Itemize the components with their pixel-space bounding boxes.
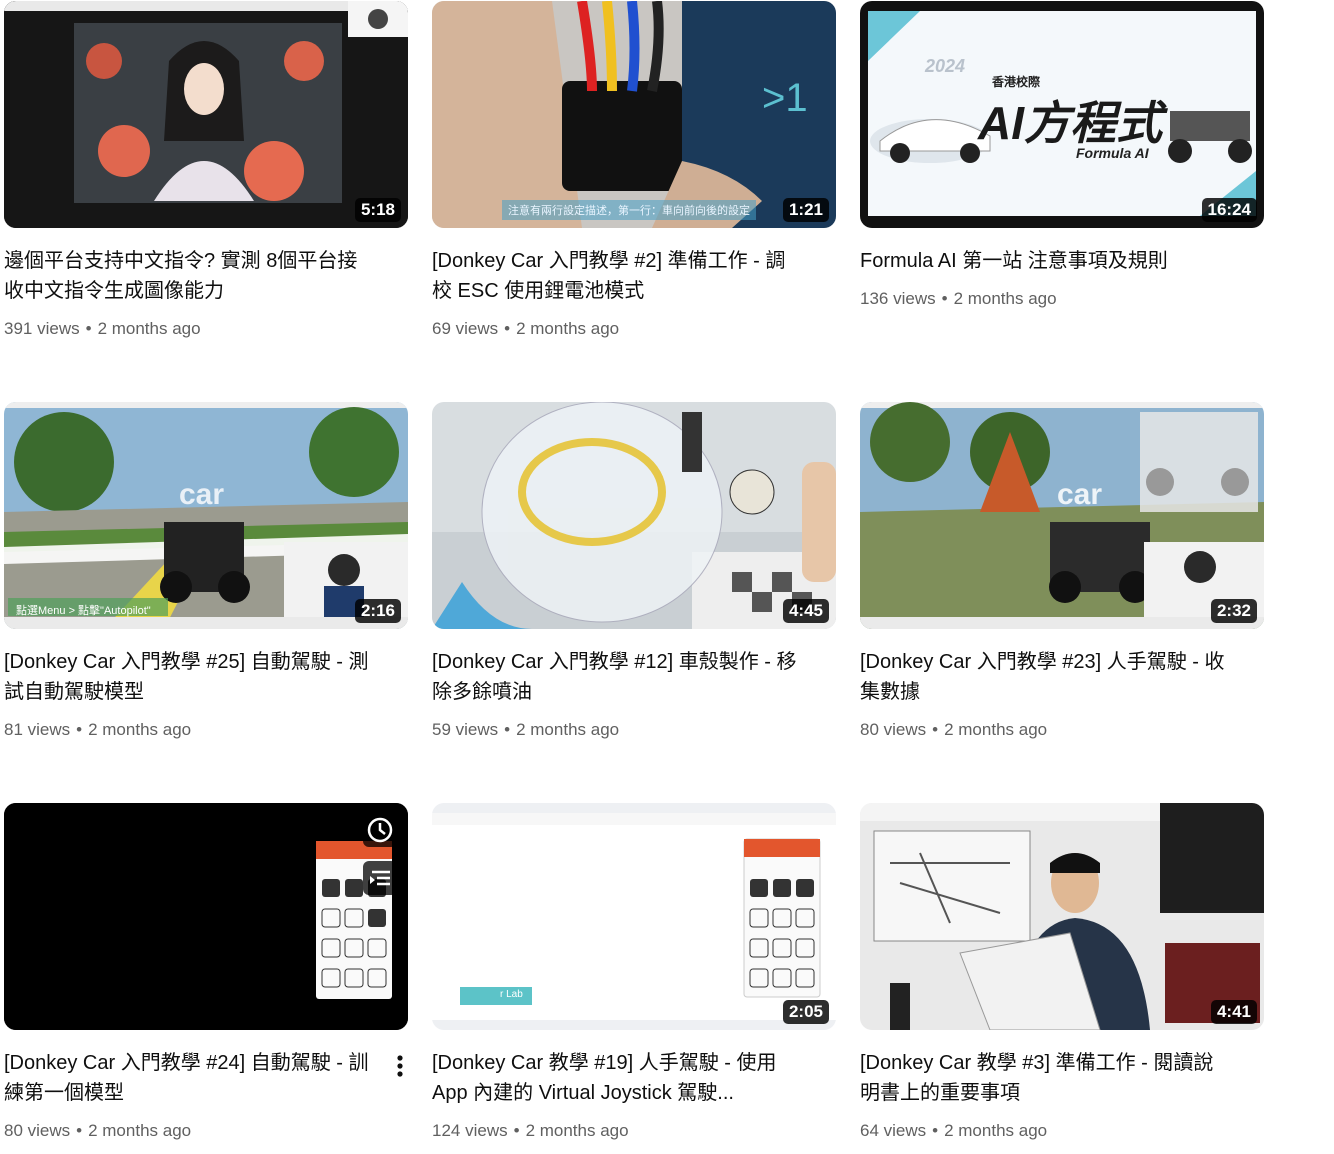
video-duration: 4:45	[782, 599, 829, 623]
separator-dot: •	[504, 720, 511, 739]
more-vert-icon	[397, 1055, 403, 1077]
video-meta: 64 views • 2 months ago	[860, 1121, 1047, 1141]
video-thumbnail[interactable]	[4, 803, 408, 1030]
video-duration: 16:24	[1201, 198, 1257, 222]
thumbnail-image	[432, 402, 836, 629]
view-count: 80 views	[860, 720, 927, 739]
video-meta: 391 views • 2 months ago	[4, 319, 201, 339]
video-title[interactable]: 邊個平台支持中文指令? 實測 8個平台接收中文指令生成圖像能力	[4, 246, 374, 306]
watch-later-button[interactable]	[363, 813, 397, 847]
video-thumbnail[interactable]: r Lab 2:05	[432, 803, 836, 1030]
view-count: 391 views	[4, 319, 80, 338]
video-thumbnail[interactable]: car 2:32	[860, 402, 1264, 629]
separator-dot: •	[941, 289, 948, 308]
video-title[interactable]: [Donkey Car 教學 #3] 準備工作 - 閱讀說明書上的重要事項	[860, 1048, 1230, 1108]
video-thumbnail[interactable]: 5:18	[4, 1, 408, 228]
thumbnail-subtitle: Formula AI	[1076, 145, 1149, 161]
thumbnail-caption: 點選Menu > 點擊"Autopilot"	[16, 605, 151, 617]
view-count: 136 views	[860, 289, 936, 308]
view-count: 80 views	[4, 1121, 71, 1140]
upload-age: 2 months ago	[944, 1121, 1048, 1140]
video-meta: 124 views • 2 months ago	[432, 1121, 629, 1141]
video-meta: 136 views • 2 months ago	[860, 289, 1057, 309]
upload-age: 2 months ago	[525, 1121, 629, 1140]
thumbnail-image	[4, 803, 408, 1030]
upload-age: 2 months ago	[97, 319, 201, 338]
upload-age: 2 months ago	[88, 720, 192, 739]
view-count: 69 views	[432, 319, 499, 338]
video-meta: 81 views • 2 months ago	[4, 720, 191, 740]
upload-age: 2 months ago	[88, 1121, 192, 1140]
add-to-queue-icon	[370, 870, 390, 886]
video-title[interactable]: [Donkey Car 入門教學 #23] 人手駕駛 - 收集數據	[860, 647, 1230, 707]
video-title[interactable]: [Donkey Car 入門教學 #12] 車殼製作 - 移除多餘噴油	[432, 647, 802, 707]
video-title[interactable]: [Donkey Car 教學 #19] 人手駕駛 - 使用 App 內建的 Vi…	[432, 1048, 802, 1108]
video-title[interactable]: [Donkey Car 入門教學 #25] 自動駕駛 - 測試自動駕駛模型	[4, 647, 374, 707]
view-count: 59 views	[432, 720, 499, 739]
separator-dot: •	[76, 720, 83, 739]
thumbnail-headline: AI方程式	[978, 97, 1162, 149]
separator-dot: •	[85, 319, 92, 338]
separator-dot: •	[932, 1121, 939, 1140]
video-thumbnail[interactable]: 4:41	[860, 803, 1264, 1030]
video-thumbnail[interactable]: car 點選Menu > 點擊"Autopilot" 2:16	[4, 402, 408, 629]
upload-age: 2 months ago	[944, 720, 1048, 739]
video-title[interactable]: [Donkey Car 入門教學 #24] 自動駕駛 - 訓練第一個模型	[4, 1048, 374, 1108]
video-meta: 80 views • 2 months ago	[4, 1121, 191, 1141]
thumbnail-image	[432, 803, 836, 1030]
video-meta: 59 views • 2 months ago	[432, 720, 619, 740]
thumbnail-car-label: car	[179, 478, 225, 511]
video-duration: 1:21	[782, 198, 829, 222]
thumbnail-image	[4, 402, 408, 629]
upload-age: 2 months ago	[516, 319, 620, 338]
video-duration: 2:16	[354, 599, 401, 623]
video-duration: 2:05	[782, 1000, 829, 1024]
thumbnail-year: 2024	[925, 56, 966, 76]
svg-text:>1: >1	[762, 76, 808, 120]
view-count: 64 views	[860, 1121, 927, 1140]
upload-age: 2 months ago	[516, 720, 620, 739]
video-meta: 80 views • 2 months ago	[860, 720, 1047, 740]
more-options-button[interactable]	[388, 1051, 412, 1081]
video-thumbnail[interactable]: 4:45	[432, 402, 836, 629]
video-thumbnail[interactable]: 2024 香港校際 AI方程式 Formula AI 16:24	[860, 1, 1264, 228]
view-count: 124 views	[432, 1121, 508, 1140]
video-duration: 5:18	[354, 198, 401, 222]
video-meta: 69 views • 2 months ago	[432, 319, 619, 339]
thumbnail-image	[4, 1, 408, 228]
video-title[interactable]: Formula AI 第一站 注意事項及規則	[860, 246, 1230, 276]
thumbnail-image	[860, 402, 1264, 629]
separator-dot: •	[504, 319, 511, 338]
view-count: 81 views	[4, 720, 71, 739]
video-duration: 2:32	[1210, 599, 1257, 623]
thumbnail-image: >1	[432, 1, 836, 228]
separator-dot: •	[932, 720, 939, 739]
video-title[interactable]: [Donkey Car 入門教學 #2] 準備工作 - 調校 ESC 使用鋰電池…	[432, 246, 802, 306]
separator-dot: •	[513, 1121, 520, 1140]
video-duration: 4:41	[1210, 1000, 1257, 1024]
thumbnail-image	[860, 803, 1264, 1030]
video-thumbnail[interactable]: >1 注意有兩行設定描述，第一行：車向前向後的設定 1:21	[432, 1, 836, 228]
thumbnail-caption: 注意有兩行設定描述，第一行：車向前向後的設定	[502, 200, 756, 220]
thumbnail-lab-label: r Lab	[500, 989, 523, 1000]
clock-icon	[367, 817, 393, 843]
thumbnail-car-label: car	[1057, 478, 1103, 511]
separator-dot: •	[76, 1121, 83, 1140]
add-to-queue-button[interactable]	[363, 861, 397, 895]
upload-age: 2 months ago	[953, 289, 1057, 308]
